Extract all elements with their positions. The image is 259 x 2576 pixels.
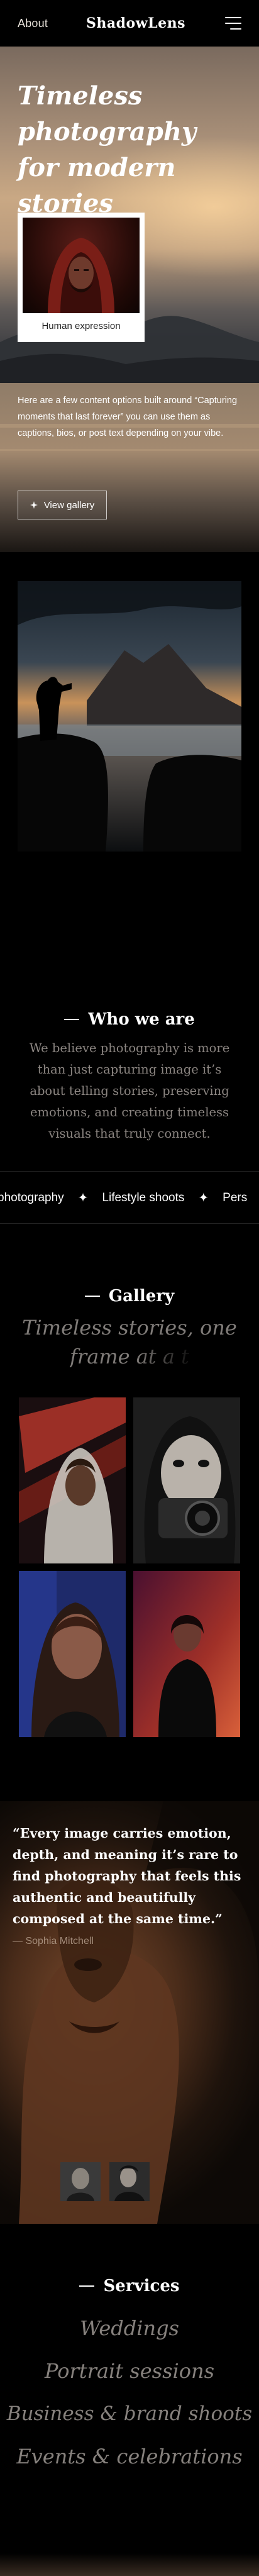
hamburger-menu-icon[interactable] (224, 17, 241, 30)
testimonial-quote: “Every image carries emotion, depth, and… (13, 1826, 241, 1926)
nav-about-link[interactable]: About (18, 17, 48, 30)
site-header: About ShadowLens (0, 0, 259, 47)
avatar[interactable] (60, 2162, 101, 2201)
heading-dash (84, 1296, 100, 1297)
services-heading: Services (0, 2277, 259, 2296)
gallery-image-veiled-woman[interactable] (19, 1397, 126, 1563)
hero-section: Timeless photography for modern stories … (0, 47, 259, 552)
hero-description: Here are a few content options built aro… (18, 396, 238, 438)
sparkle-icon (30, 501, 38, 509)
gallery-subtitle: Timeless stories, one frame at a t (19, 1313, 240, 1371)
four-point-star-icon: ✦ (198, 1191, 209, 1205)
gallery-image-woman-portrait[interactable] (19, 1571, 126, 1737)
gallery-subtitle-line1: Timeless stories, one (22, 1316, 237, 1340)
heading-dash (79, 2285, 95, 2287)
client-avatars (60, 2162, 150, 2201)
view-gallery-label: View gallery (43, 499, 95, 511)
service-item-portrait-sessions[interactable]: Portrait sessions (0, 2350, 259, 2392)
gallery-title: Gallery (108, 1287, 175, 1306)
heading-dash (64, 1019, 80, 1020)
who-we-are-heading: Who we are (0, 1010, 259, 1029)
marquee-item: Pers (223, 1191, 248, 1204)
marquee-item: Lifestyle shoots (102, 1191, 185, 1204)
gallery-subtitle-line2: frame at a t (70, 1345, 189, 1368)
footer-image-edge (0, 2553, 259, 2576)
testimonial-section: “Every image carries emotion, depth, and… (0, 1801, 259, 2224)
services-marquee: photography ✦ Lifestyle shoots ✦ Pers (0, 1171, 259, 1224)
hooded-person-portrait-image (23, 218, 140, 313)
gallery-image-woman-red-backdrop[interactable] (133, 1571, 240, 1737)
view-gallery-button[interactable]: View gallery (18, 491, 107, 519)
services-title: Services (103, 2277, 180, 2296)
testimonial-author: — Sophia Mitchell (13, 1936, 94, 1946)
hero-card-caption: Human expression (41, 321, 121, 331)
service-item-business-brand-shoots[interactable]: Business & brand shoots (0, 2392, 259, 2435)
hero-feature-card[interactable]: Human expression (18, 213, 145, 342)
service-item-events-celebrations[interactable]: Events & celebrations (0, 2435, 259, 2478)
marquee-item: photography (0, 1191, 64, 1204)
gallery-image-woman-with-camera[interactable] (133, 1397, 240, 1563)
hero-title: Timeless photography for modern stories (18, 81, 197, 218)
who-we-are-title: Who we are (88, 1010, 195, 1029)
gallery-heading: Gallery (0, 1287, 259, 1306)
who-we-are-body: We believe photography is more than just… (29, 1041, 230, 1141)
services-list: Weddings Portrait sessions Business & br… (0, 2307, 259, 2478)
avatar[interactable] (109, 2162, 150, 2201)
service-item-weddings[interactable]: Weddings (0, 2307, 259, 2350)
brand-logo[interactable]: ShadowLens (86, 15, 185, 31)
photographer-silhouette-image (18, 581, 241, 852)
four-point-star-icon: ✦ (77, 1191, 89, 1205)
